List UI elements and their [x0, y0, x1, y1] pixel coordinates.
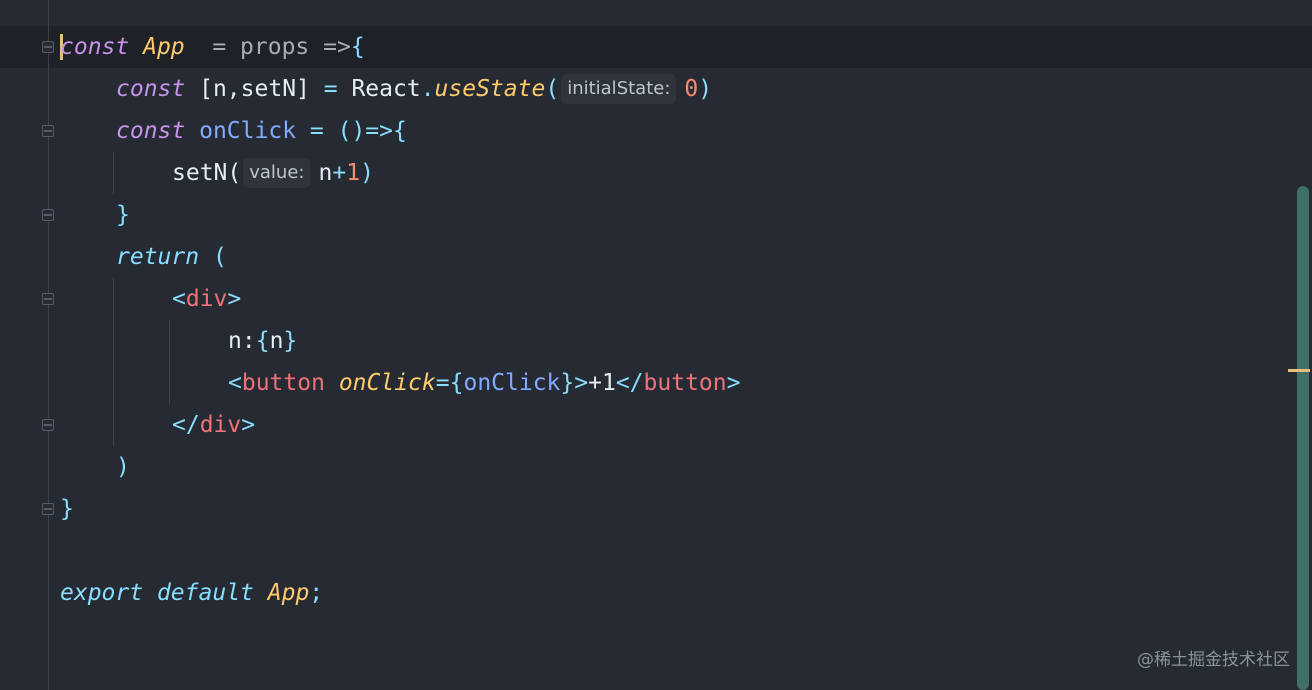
punctuation: ()=>{ [337, 118, 407, 144]
keyword: const [116, 76, 186, 102]
scrollbar-marker[interactable] [1288, 369, 1310, 372]
punctuation: { [449, 370, 464, 396]
identifier: onClick [199, 118, 297, 144]
keyword: const [116, 118, 186, 144]
keyword: export [60, 580, 144, 606]
identifier: App [143, 34, 185, 60]
punctuation: < [228, 370, 242, 396]
keyword: default [156, 580, 254, 606]
fold-marker-icon[interactable] [42, 419, 54, 431]
fold-marker-icon[interactable] [42, 125, 54, 137]
code-line-12[interactable]: } [60, 488, 74, 530]
operator: + [332, 160, 347, 186]
code-line-6[interactable]: return ( [116, 236, 227, 278]
identifier: n [269, 328, 284, 354]
code-line-7[interactable]: <div> [172, 278, 241, 320]
jsx-tag: div [199, 412, 242, 438]
keyword: const [60, 34, 130, 60]
jsx-tag: button [643, 370, 727, 396]
code-line-10[interactable]: </div> [172, 404, 255, 446]
identifier: App [267, 580, 310, 606]
punctuation: ) [116, 454, 130, 480]
punctuation: </ [172, 412, 200, 438]
punctuation: ; [309, 580, 324, 606]
jsx-text: +1 [588, 370, 616, 396]
identifier: onClick [463, 370, 561, 396]
operator: = [296, 118, 338, 144]
code-line-4[interactable]: setN(value: n+1) [172, 152, 374, 194]
code-line-11[interactable]: ) [116, 446, 130, 488]
punctuation: . [420, 76, 435, 102]
code-line-8[interactable]: n:{n} [228, 320, 297, 362]
fold-marker-icon[interactable] [42, 293, 54, 305]
code-line-5[interactable]: } [116, 194, 130, 236]
identifier: React [351, 76, 421, 102]
punctuation: > [574, 370, 589, 396]
code-text: = props => [184, 34, 351, 60]
punctuation: ) [698, 76, 713, 102]
punctuation: ( [199, 244, 227, 270]
punctuation: > [241, 412, 256, 438]
jsx-tag: button [241, 370, 325, 396]
code-line-14[interactable]: export default App; [60, 572, 323, 614]
punctuation: ( [545, 76, 560, 102]
identifier: [n,setN] [199, 76, 310, 102]
punctuation: </ [615, 370, 644, 396]
punctuation: } [560, 370, 575, 396]
punctuation: } [116, 202, 130, 228]
punctuation: } [60, 496, 74, 522]
parameter-hint: initialState: [561, 74, 677, 104]
jsx-tag: div [185, 286, 228, 312]
keyword: return [116, 244, 200, 270]
punctuation: } [283, 328, 298, 354]
fold-marker-icon[interactable] [42, 41, 54, 53]
vertical-scrollbar[interactable] [1297, 186, 1309, 690]
punctuation: < [172, 286, 186, 312]
number-literal: 1 [346, 160, 361, 186]
jsx-text: n: [228, 328, 256, 354]
number-literal: 0 [684, 76, 699, 102]
jsx-attribute: onClick [338, 370, 436, 396]
identifier: n [318, 160, 333, 186]
code-line-3[interactable]: const onClick = ()=>{ [116, 110, 407, 152]
fold-marker-icon[interactable] [42, 503, 54, 515]
punctuation: { [350, 34, 365, 60]
indent-guide [113, 278, 114, 446]
code-line-1[interactable]: const App = props =>{ [60, 26, 365, 68]
punctuation: > [726, 370, 741, 396]
operator: = [435, 370, 450, 396]
fold-marker-icon[interactable] [42, 209, 54, 221]
punctuation: { [255, 328, 270, 354]
code-line-9[interactable]: <button onClick={onClick}>+1</button> [228, 362, 740, 404]
indent-guide [169, 320, 170, 404]
indent-guide [113, 152, 114, 194]
watermark: @稀土掘金技术社区 [1137, 650, 1290, 670]
punctuation: ) [360, 160, 374, 186]
gutter-divider [48, 0, 49, 690]
code-line-2[interactable]: const [n,setN] = React.useState(initialS… [116, 68, 712, 110]
function-call: setN( [172, 160, 242, 186]
operator: = [309, 76, 352, 102]
code-editor[interactable]: const App = props =>{ const [n,setN] = R… [0, 0, 1312, 690]
parameter-hint: value: [243, 158, 311, 188]
punctuation: > [227, 286, 242, 312]
method-name: useState [434, 76, 546, 102]
